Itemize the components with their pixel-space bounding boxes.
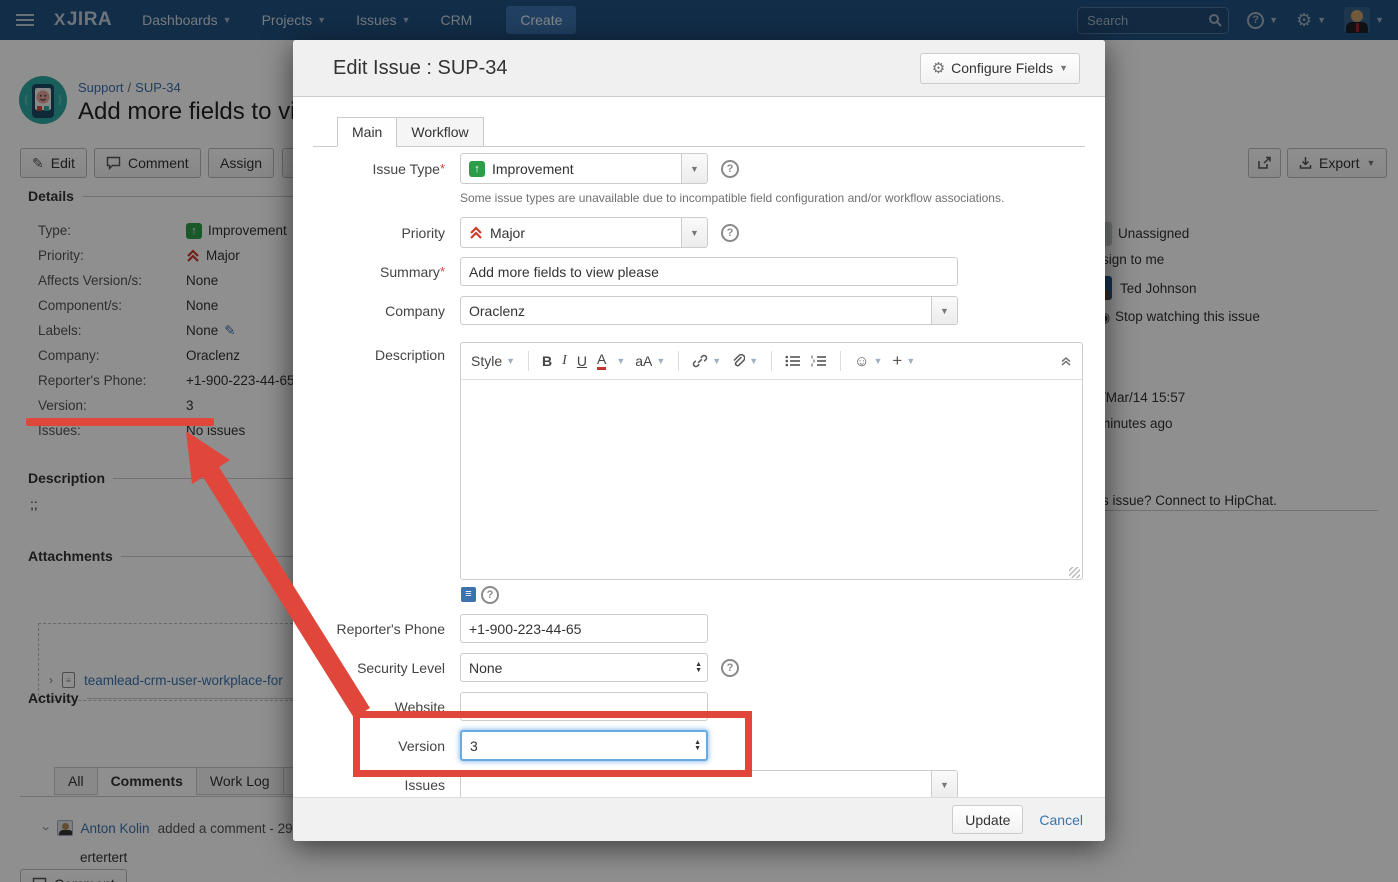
help-icon[interactable]: ? <box>721 659 739 677</box>
bullet-list-button[interactable] <box>785 354 801 368</box>
wiki-markup-icon[interactable]: ≡ <box>461 587 476 602</box>
dialog-title: Edit Issue : SUP-34 <box>333 57 508 80</box>
tab-workflow[interactable]: Workflow <box>396 117 483 147</box>
underline-button[interactable]: U <box>577 353 587 369</box>
description-editor[interactable]: Style▼ B I U A ▼ aA▼ ▼ ▼ <box>460 342 1083 580</box>
text-size-button[interactable]: aA▼ <box>635 353 665 369</box>
numbered-list-icon <box>811 354 827 368</box>
issue-type-helper-text: Some issue types are unavailable due to … <box>460 191 1004 205</box>
chevron-down-icon[interactable]: ▼ <box>616 356 625 366</box>
reporters-phone-label: Reporter's Phone <box>293 621 445 637</box>
text-color-button[interactable]: A <box>597 352 606 370</box>
bold-button[interactable]: B <box>542 353 552 369</box>
description-label: Description <box>293 347 445 363</box>
dialog-tabs: Main Workflow <box>337 117 483 147</box>
chevron-down-icon: ▼ <box>712 356 721 366</box>
issue-type-select[interactable]: ↑ Improvement ▼ <box>460 153 708 184</box>
screen: ΧJIRA Dashboards▼ Projects▼ Issues▼ CRM … <box>0 0 1398 882</box>
chevron-down-icon: ▼ <box>506 356 515 366</box>
editor-toolbar: Style▼ B I U A ▼ aA▼ ▼ ▼ <box>461 343 1082 380</box>
bullet-list-icon <box>785 354 801 368</box>
security-level-label: Security Level <box>293 660 445 676</box>
issues-label: Issues <box>293 777 445 793</box>
dropdown-arrow-icon[interactable]: ▼ <box>681 218 707 247</box>
help-icon[interactable]: ? <box>721 160 739 178</box>
style-menu-button[interactable]: Style▼ <box>471 353 515 369</box>
configure-fields-button[interactable]: ⚙ Configure Fields ▼ <box>920 53 1080 84</box>
collapse-toolbar-button[interactable] <box>1060 355 1072 367</box>
smiley-icon: ☺ <box>854 353 869 370</box>
major-priority-icon <box>469 226 483 240</box>
emoji-button[interactable]: ☺▼ <box>854 353 882 370</box>
issue-type-label: Issue Type* <box>293 161 445 177</box>
dropdown-arrow-icon[interactable]: ▼ <box>681 154 707 183</box>
dialog-header: Edit Issue : SUP-34 ⚙ Configure Fields ▼ <box>293 40 1105 97</box>
resize-handle[interactable] <box>1069 567 1080 578</box>
summary-input[interactable] <box>460 257 958 286</box>
summary-label: Summary* <box>293 264 445 280</box>
select-stepper-icon: ▲▼ <box>695 662 702 674</box>
help-icon[interactable]: ? <box>481 586 499 604</box>
company-combobox[interactable]: Oraclenz ▼ <box>460 296 958 325</box>
numbered-list-button[interactable] <box>811 354 827 368</box>
cancel-link[interactable]: Cancel <box>1039 812 1083 828</box>
chevron-down-icon: ▼ <box>873 356 882 366</box>
link-icon <box>692 353 708 369</box>
paperclip-icon <box>731 353 745 369</box>
chevron-down-icon: ▼ <box>656 356 665 366</box>
dropdown-arrow-icon[interactable]: ▼ <box>931 771 957 798</box>
double-chevron-up-icon <box>1060 355 1072 367</box>
italic-button[interactable]: I <box>562 353 567 369</box>
help-icon[interactable]: ? <box>721 224 739 242</box>
dropdown-arrow-icon[interactable]: ▼ <box>931 297 957 324</box>
insert-more-button[interactable]: +▼ <box>892 351 915 371</box>
improvement-icon: ↑ <box>469 161 485 177</box>
annotation-underline <box>26 418 214 426</box>
chevron-down-icon: ▼ <box>749 356 758 366</box>
attach-button[interactable]: ▼ <box>731 353 758 369</box>
tab-main[interactable]: Main <box>337 117 397 147</box>
update-button[interactable]: Update <box>952 805 1023 834</box>
chevron-down-icon: ▼ <box>906 356 915 366</box>
reporters-phone-input[interactable] <box>460 614 708 643</box>
link-button[interactable]: ▼ <box>692 353 721 369</box>
plus-icon: + <box>892 351 902 371</box>
company-label: Company <box>293 303 445 319</box>
chevron-down-icon: ▼ <box>1059 63 1068 73</box>
security-level-select[interactable]: None ▲▼ <box>460 653 708 682</box>
priority-label: Priority <box>293 225 445 241</box>
priority-select[interactable]: Major ▼ <box>460 217 708 248</box>
annotation-highlight-box <box>353 711 752 777</box>
description-textarea[interactable] <box>461 380 1082 580</box>
dialog-footer: Update Cancel <box>293 797 1105 841</box>
gear-icon: ⚙ <box>932 59 945 77</box>
